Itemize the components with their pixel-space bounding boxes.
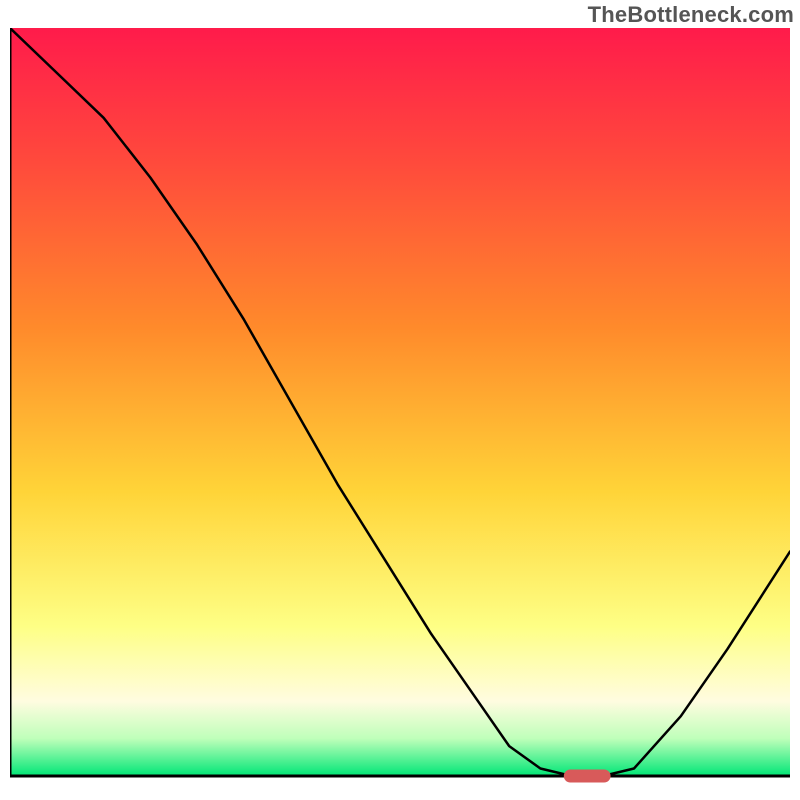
plot-area [10,28,790,790]
chart-container: TheBottleneck.com [0,0,800,800]
watermark-text: TheBottleneck.com [588,2,794,28]
chart-svg [10,28,790,790]
optimum-marker [564,770,611,783]
gradient-background [10,28,790,776]
